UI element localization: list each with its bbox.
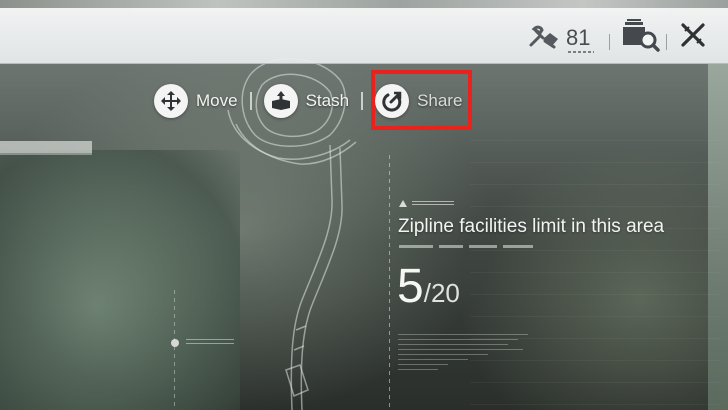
repair-wrench-icon[interactable] [528, 25, 562, 51]
left-panel-bar [0, 141, 92, 153]
info-panel-guide-line [389, 155, 390, 410]
stash-box-icon [263, 84, 298, 118]
move-label: Move [196, 91, 238, 110]
durability-indicator: 81 [528, 25, 594, 53]
close-icon[interactable] [680, 22, 706, 53]
top-header-bar: 81 [0, 8, 728, 64]
zipline-count-max: 20 [430, 278, 460, 308]
move-arrows-icon [154, 84, 188, 118]
stash-button[interactable]: Stash [263, 84, 350, 118]
durability-value: 81 [566, 25, 591, 50]
anchor-dot [171, 339, 179, 347]
warning-triangle-icon [399, 200, 407, 207]
zipline-count: 5 / 20 [397, 262, 460, 312]
info-fine-print-log [398, 334, 538, 394]
zipline-count-separator: / [423, 278, 431, 308]
zipline-count-current: 5 [397, 260, 424, 313]
stash-label: Stash [305, 91, 350, 110]
topbar-divider [609, 34, 610, 50]
zipline-limit-title: Zipline facilities limit in this area [398, 216, 665, 237]
durability-bars [568, 51, 594, 53]
left-panel-edge [0, 153, 92, 155]
share-highlight-box [371, 70, 472, 130]
action-divider [361, 92, 364, 110]
info-panel-tag [399, 200, 454, 207]
title-underline-dashes [399, 245, 533, 248]
tag-fine-print [412, 200, 454, 207]
anchor-fine-print [186, 339, 234, 347]
topbar-divider [666, 34, 667, 50]
inspect-container-icon[interactable] [621, 18, 661, 57]
action-divider [249, 92, 252, 110]
model-guide-line [174, 290, 175, 410]
move-button[interactable]: Move [154, 84, 238, 118]
